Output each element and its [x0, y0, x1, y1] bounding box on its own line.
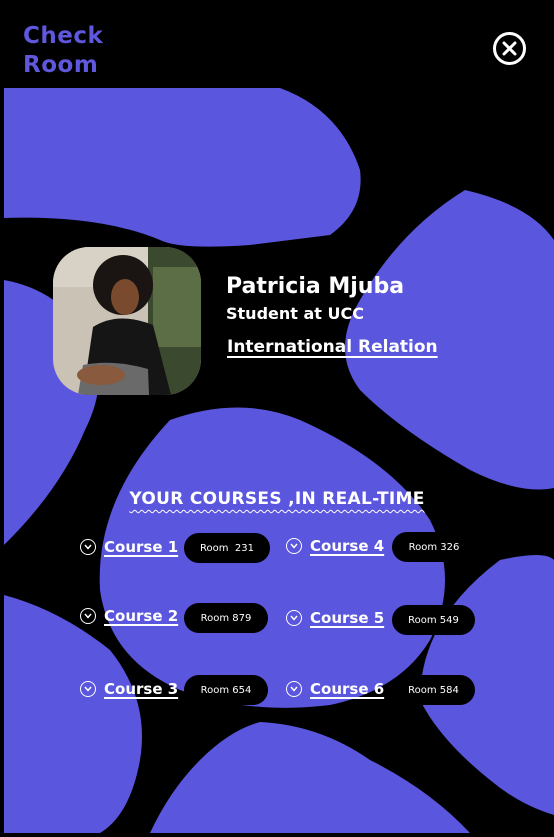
course-item: Course 6: [286, 680, 384, 698]
chevron-down-icon[interactable]: [286, 610, 302, 626]
course-link[interactable]: Course 2: [104, 607, 178, 625]
course-item: Course 3: [80, 680, 178, 698]
course-link[interactable]: Course 5: [310, 609, 384, 627]
room-badge: Room 326: [392, 532, 476, 562]
course-item: Course 5: [286, 609, 384, 627]
room-badge: Room 879: [184, 603, 268, 633]
close-icon: [502, 41, 517, 56]
close-button[interactable]: [493, 32, 526, 65]
course-link[interactable]: Course 3: [104, 680, 178, 698]
chevron-down-icon[interactable]: [80, 539, 96, 555]
room-badge: Room 654: [184, 675, 268, 705]
course-link[interactable]: Course 6: [310, 680, 384, 698]
chevron-down-icon[interactable]: [80, 608, 96, 624]
course-item: Course 2: [80, 607, 178, 625]
course-link[interactable]: Course 4: [310, 537, 384, 555]
app-logo: Check Room: [23, 23, 104, 78]
avatar: [53, 247, 201, 395]
profile-role: Student at UCC: [226, 304, 364, 323]
courses-title: YOUR COURSES ,IN REAL-TIME: [129, 489, 425, 509]
background-shapes: [4, 88, 554, 833]
course-link[interactable]: Course 1: [104, 538, 178, 556]
chevron-down-icon[interactable]: [286, 538, 302, 554]
course-item: Course 4: [286, 537, 384, 555]
room-badge: Room 549: [392, 605, 475, 635]
profile-name: Patricia Mjuba: [226, 274, 405, 299]
room-badge: Room 584: [392, 675, 475, 705]
profile-program-link[interactable]: International Relation: [227, 337, 438, 357]
chevron-down-icon[interactable]: [80, 681, 96, 697]
chevron-down-icon[interactable]: [286, 681, 302, 697]
room-badge: Room 231: [184, 533, 270, 563]
course-item: Course 1: [80, 538, 178, 556]
